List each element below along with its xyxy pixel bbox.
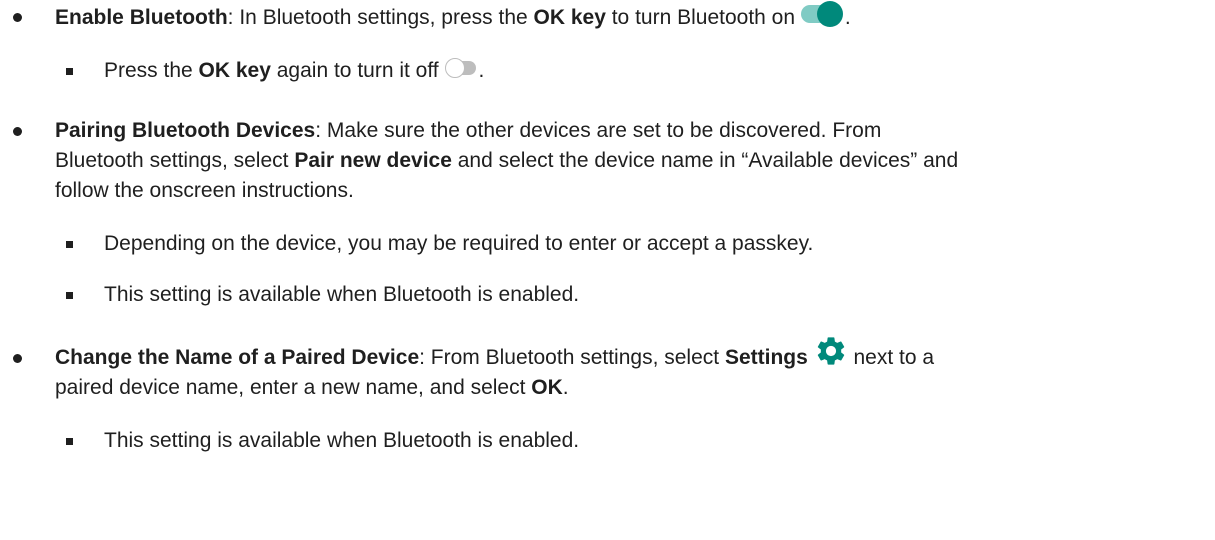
item-enable-bluetooth: Enable Bluetooth: In Bluetooth settings,… [55, 1, 851, 31]
bullet-1 [13, 13, 22, 22]
item-pairing-line-2: Bluetooth settings, select Pair new devi… [55, 149, 959, 172]
subitem-turn-off: Press the OK key again to turn it off . [104, 57, 485, 82]
bullet-3 [13, 354, 22, 363]
item-title: Enable Bluetooth [55, 6, 228, 29]
sub-bullet-1-1 [66, 68, 73, 75]
bullet-2 [13, 127, 22, 136]
sub-bullet-3-1 [66, 438, 73, 445]
item-title: Change the Name of a Paired Device [55, 346, 420, 369]
toggle-on-icon [800, 0, 845, 29]
item-change-name-line-2: paired device name, enter a new name, an… [55, 376, 569, 399]
sub-bullet-2-2 [66, 292, 73, 299]
item-pairing-line-3: follow the onscreen instructions. [55, 179, 354, 202]
sub-bullet-2-1 [66, 241, 73, 248]
subitem-availability-1: This setting is available when Bluetooth… [104, 283, 580, 306]
item-pairing-line-1: Pairing Bluetooth Devices: Make sure the… [55, 119, 882, 142]
gear-icon [814, 334, 848, 368]
item-title: Pairing Bluetooth Devices [55, 119, 316, 142]
subitem-passkey: Depending on the device, you may be requ… [104, 232, 814, 255]
toggle-off-icon [444, 57, 478, 79]
item-change-name-line-1: Change the Name of a Paired Device: From… [55, 337, 934, 371]
subitem-availability-2: This setting is available when Bluetooth… [104, 429, 580, 452]
